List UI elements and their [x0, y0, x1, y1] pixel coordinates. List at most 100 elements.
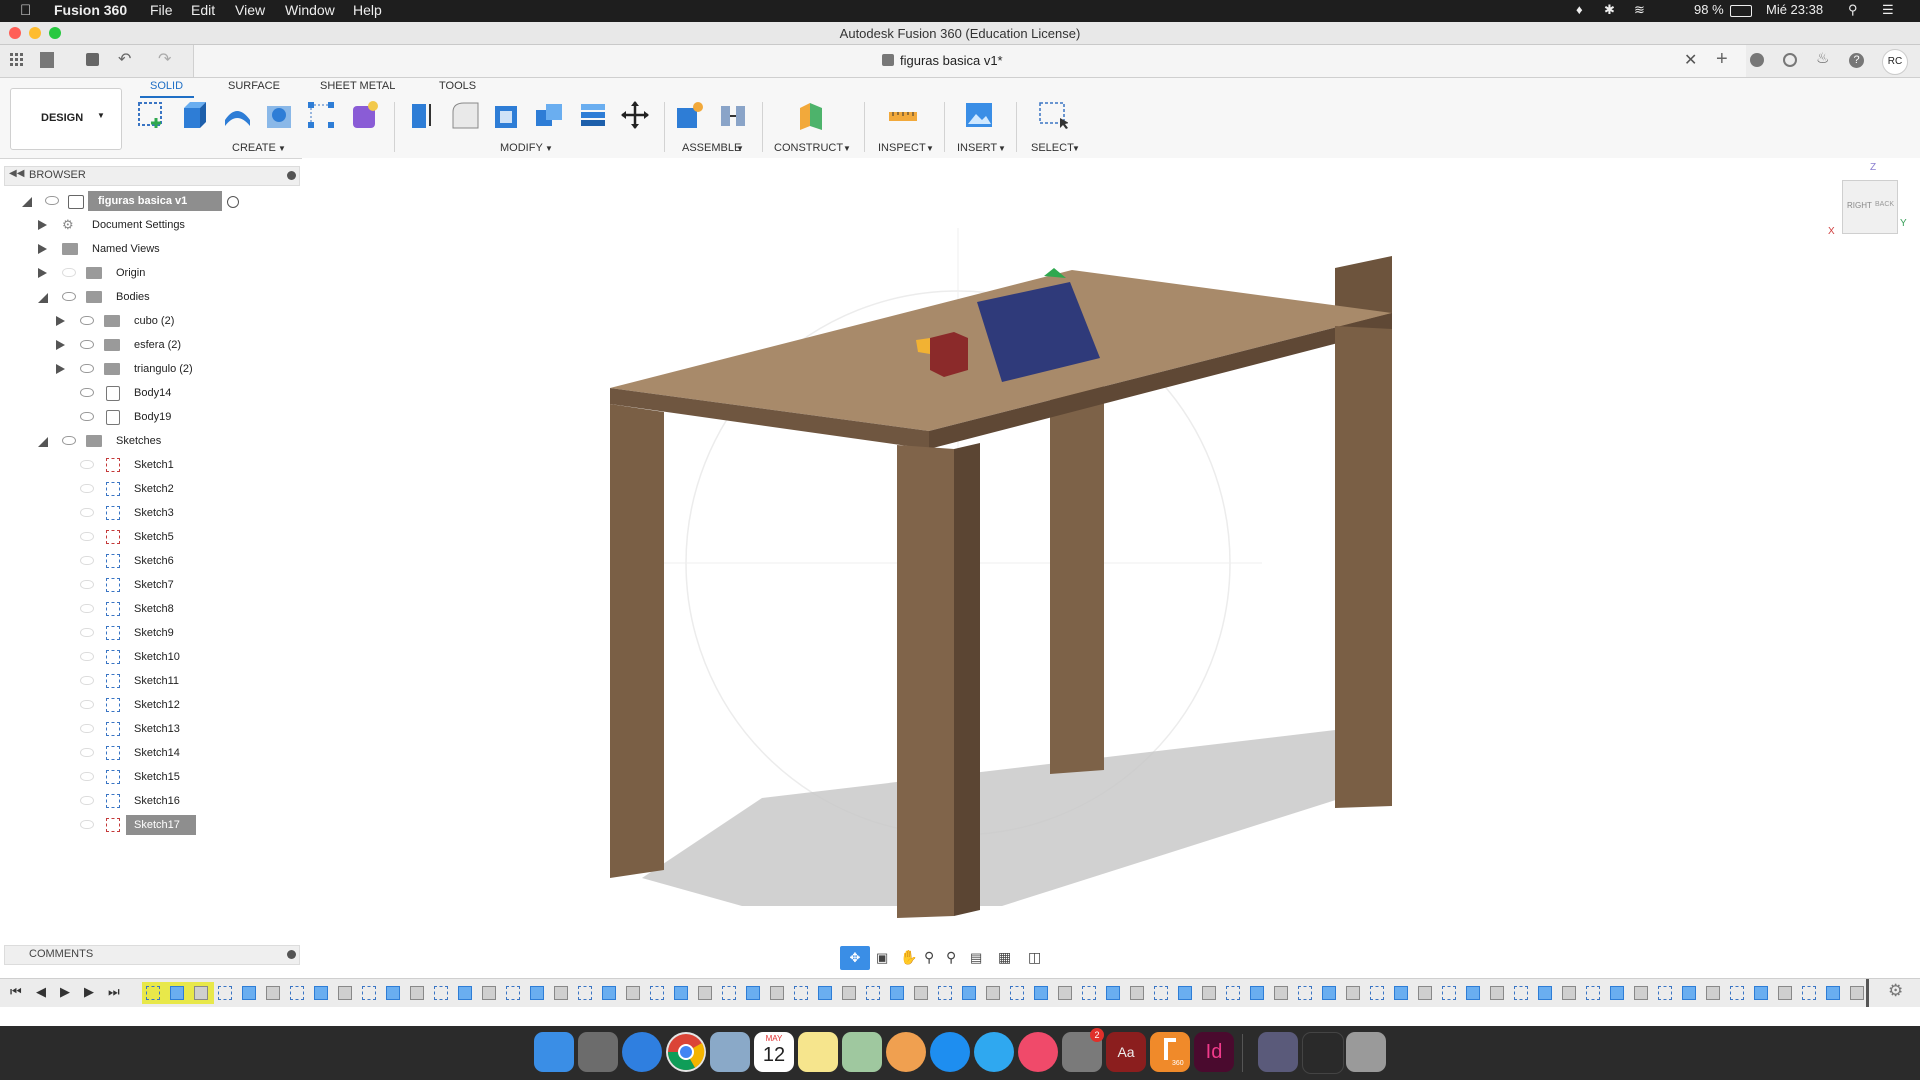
- visibility-eye-icon[interactable]: [80, 388, 94, 397]
- timeline-feature-icon[interactable]: [1346, 986, 1360, 1000]
- messages-icon[interactable]: [974, 1032, 1014, 1072]
- visibility-eye-icon[interactable]: [80, 700, 94, 709]
- timeline-feature-icon[interactable]: [1322, 986, 1336, 1000]
- model-view[interactable]: [302, 158, 1920, 978]
- offset-face-icon[interactable]: [578, 100, 608, 130]
- calendar-icon[interactable]: MAY 12: [754, 1032, 794, 1072]
- dictionary-icon[interactable]: Aa: [1106, 1032, 1146, 1072]
- job-status-icon[interactable]: [1783, 53, 1797, 67]
- offset-plane-icon[interactable]: [796, 100, 826, 130]
- downloads-stack-icon[interactable]: [1258, 1032, 1298, 1072]
- timeline-feature-icon[interactable]: [986, 986, 1000, 1000]
- timeline-feature-icon[interactable]: [1850, 986, 1864, 1000]
- window-select-icon[interactable]: [1038, 100, 1068, 130]
- 3d-canvas[interactable]: Z RIGHT BACK X Y ✥ ▣ ✋ ⚲ ⚲ ▤ ▦ ◫: [302, 158, 1920, 978]
- timeline-feature-icon[interactable]: [1730, 986, 1744, 1000]
- save-icon[interactable]: [86, 53, 99, 66]
- timeline-feature-icon[interactable]: [1202, 986, 1216, 1000]
- browser-item-sketches[interactable]: Sketches: [38, 431, 238, 451]
- browser-item-sketch[interactable]: Sketch7: [56, 575, 256, 595]
- group-assemble[interactable]: ASSEMBLE: [682, 142, 741, 154]
- expand-toggle-icon[interactable]: [22, 197, 32, 207]
- apple-menu-icon[interactable]: : [20, 2, 31, 19]
- itunes-icon[interactable]: [1018, 1032, 1058, 1072]
- close-tab-icon[interactable]: ✕: [1684, 50, 1697, 70]
- help-icon[interactable]: ?: [1849, 53, 1864, 68]
- zoom-window-icon[interactable]: ⚲: [946, 949, 956, 966]
- menu-edit[interactable]: Edit: [191, 2, 215, 18]
- browser-item-named-views[interactable]: Named Views: [38, 239, 238, 259]
- tab-tools[interactable]: TOOLS: [439, 80, 476, 92]
- visibility-eye-icon[interactable]: [80, 508, 94, 517]
- notifications-icon[interactable]: ♨: [1816, 49, 1829, 67]
- timeline-feature-icon[interactable]: [314, 986, 328, 1000]
- add-comment-icon[interactable]: [287, 950, 296, 959]
- timeline-feature-icon[interactable]: [1082, 986, 1096, 1000]
- timeline-feature-icon[interactable]: [242, 986, 256, 1000]
- timeline-feature-icon[interactable]: [650, 986, 664, 1000]
- collapse-arrow-icon[interactable]: [38, 293, 48, 303]
- timeline-feature-icon[interactable]: [842, 986, 856, 1000]
- notes-icon[interactable]: [798, 1032, 838, 1072]
- fillet-icon[interactable]: [450, 100, 480, 130]
- timeline-feature-icon[interactable]: [1634, 986, 1648, 1000]
- bluetooth-icon[interactable]: ✱: [1604, 2, 1615, 18]
- assemble-dropdown-icon[interactable]: ▼: [736, 144, 744, 153]
- zoom-icon[interactable]: ⚲: [924, 949, 934, 966]
- pin-panel-icon[interactable]: [287, 171, 296, 180]
- visibility-eye-icon[interactable]: [80, 532, 94, 541]
- visibility-eye-icon[interactable]: [62, 436, 76, 445]
- timeline-feature-icon[interactable]: [1178, 986, 1192, 1000]
- orbit-icon[interactable]: ✥: [840, 946, 870, 970]
- menubar-clock[interactable]: Mié 23:38: [1766, 2, 1823, 17]
- browser-item-bodies[interactable]: Bodies: [38, 287, 238, 307]
- insert-image-icon[interactable]: [964, 100, 994, 130]
- launchpad-icon[interactable]: [578, 1032, 618, 1072]
- timeline-feature-icon[interactable]: [818, 986, 832, 1000]
- timeline-feature-icon[interactable]: [458, 986, 472, 1000]
- visibility-eye-icon[interactable]: [80, 820, 94, 829]
- combine-icon[interactable]: [534, 100, 564, 130]
- timeline-marker[interactable]: [1866, 979, 1869, 1007]
- expand-arrow-icon[interactable]: [38, 244, 47, 254]
- undo-icon[interactable]: ↶: [118, 49, 131, 69]
- timeline-feature-icon[interactable]: [1106, 986, 1120, 1000]
- visibility-eye-icon[interactable]: [80, 460, 94, 469]
- browser-item-esfera[interactable]: esfera (2): [56, 335, 256, 355]
- timeline-feature-icon[interactable]: [770, 986, 784, 1000]
- display-settings-icon[interactable]: ▤: [970, 950, 982, 966]
- modify-dropdown-icon[interactable]: ▼: [545, 144, 553, 153]
- browser-item-body19[interactable]: Body19: [56, 407, 256, 427]
- timeline-feature-icon[interactable]: [578, 986, 592, 1000]
- browser-item-sketch[interactable]: Sketch1: [56, 455, 256, 475]
- visibility-eye-icon[interactable]: [80, 484, 94, 493]
- timeline-feature-icon[interactable]: [506, 986, 520, 1000]
- pan-hand-icon[interactable]: ✋: [900, 949, 917, 966]
- rectangular-pattern-icon[interactable]: [306, 100, 336, 130]
- timeline-feature-icon[interactable]: [218, 986, 232, 1000]
- look-at-icon[interactable]: ▣: [876, 950, 888, 966]
- visibility-eye-icon[interactable]: [80, 364, 94, 373]
- menu-file[interactable]: File: [150, 2, 173, 18]
- visibility-eye-icon[interactable]: [80, 412, 94, 421]
- visibility-eye-icon[interactable]: [80, 628, 94, 637]
- timeline-feature-icon[interactable]: [1658, 986, 1672, 1000]
- collapse-panel-icon[interactable]: ◀◀: [9, 168, 24, 179]
- browser-item-sketch[interactable]: Sketch15: [56, 767, 256, 787]
- timeline-feature-icon[interactable]: [1610, 986, 1624, 1000]
- browser-item-sketch[interactable]: Sketch6: [56, 551, 256, 571]
- move-copy-icon[interactable]: [620, 100, 650, 130]
- activate-radio-icon[interactable]: [227, 196, 239, 208]
- timeline-feature-icon[interactable]: [1778, 986, 1792, 1000]
- timeline-feature-icon[interactable]: [1682, 986, 1696, 1000]
- timeline-feature-icon[interactable]: [1130, 986, 1144, 1000]
- extrude-icon[interactable]: [180, 100, 210, 130]
- browser-item-triangulo[interactable]: triangulo (2): [56, 359, 256, 379]
- timeline-feature-icon[interactable]: [482, 986, 496, 1000]
- tab-solid[interactable]: SOLID: [150, 80, 183, 92]
- browser-item-sketch[interactable]: Sketch10: [56, 647, 256, 667]
- timeline-feature-icon[interactable]: [938, 986, 952, 1000]
- browser-header[interactable]: ◀◀ BROWSER: [4, 166, 300, 186]
- timeline-feature-icon[interactable]: [1394, 986, 1408, 1000]
- visibility-eye-icon[interactable]: [80, 724, 94, 733]
